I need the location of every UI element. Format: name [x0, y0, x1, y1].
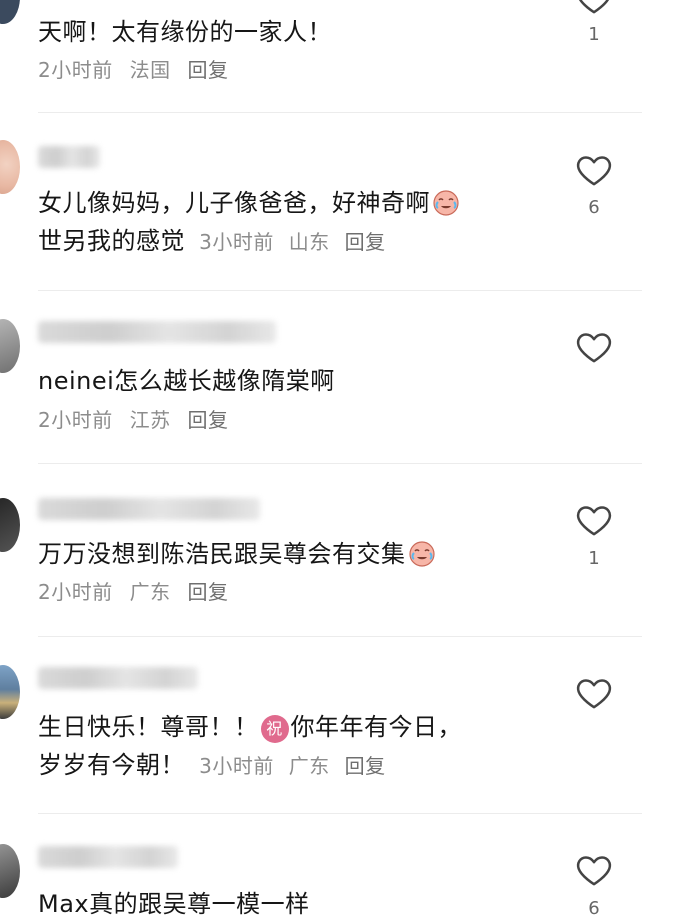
- comment-text: 万万没想到陈浩民跟吴尊会有交集: [38, 536, 436, 572]
- comment-item: 万万没想到陈浩民跟吴尊会有交集 2小时前 广东 回复 1: [0, 464, 691, 636]
- like-count: 6: [588, 197, 600, 218]
- heart-outline-icon: [578, 0, 610, 14]
- heart-outline-icon: [576, 856, 612, 886]
- like-count: 6: [588, 898, 600, 919]
- comment-meta: 2小时前 法国 回复: [38, 54, 238, 83]
- comment-location: 广东: [129, 580, 171, 604]
- crying-laughing-emoji-icon: [408, 541, 435, 567]
- like-button[interactable]: [574, 150, 614, 190]
- comment-text-line2: 岁岁有今朝！: [38, 751, 185, 779]
- comment-meta: 2小时前 广东 回复: [38, 576, 238, 605]
- heart-outline-icon: [576, 156, 612, 186]
- comment-text-line1: 女儿像妈妈，儿子像爸爸，好神奇啊: [38, 189, 430, 217]
- comment-location: 法国: [129, 58, 171, 82]
- comment-item: neinei怎么越长越像隋棠啊 2小时前 江苏 回复: [0, 291, 691, 463]
- heart-outline-icon: [576, 333, 612, 363]
- like-button[interactable]: [574, 327, 614, 367]
- comment-text: 生日快乐！尊哥！！祝你年年有今日，: [38, 709, 462, 745]
- comment-text-part1: 生日快乐！尊哥！！: [38, 713, 259, 741]
- like-button[interactable]: [574, 850, 614, 890]
- reply-button[interactable]: 回复: [187, 580, 228, 604]
- comment-text-row2: 世另我的感觉 3小时前 山东 回复: [38, 223, 394, 260]
- like-count: 1: [588, 548, 600, 569]
- comment-text-line2: 世另我的感觉: [38, 227, 185, 255]
- comment-location: 广东: [288, 754, 330, 778]
- comment-text-content: 万万没想到陈浩民跟吴尊会有交集: [38, 540, 406, 568]
- comment-meta: 3小时前 山东 回复: [199, 230, 393, 254]
- avatar[interactable]: [0, 319, 20, 373]
- zhu-badge-icon: 祝: [260, 715, 289, 743]
- heart-outline-icon: [576, 679, 612, 709]
- avatar[interactable]: [0, 665, 20, 719]
- comment-time: 2小时前: [38, 58, 113, 82]
- comment-time: 3小时前: [199, 754, 274, 778]
- username-blurred: [38, 498, 260, 520]
- reply-button[interactable]: 回复: [187, 408, 228, 432]
- username-blurred: [38, 667, 198, 689]
- heart-outline-icon: [576, 506, 612, 536]
- comment-time: 3小时前: [199, 230, 274, 254]
- reply-button[interactable]: 回复: [187, 58, 228, 82]
- comment-meta: 2小时前 江苏 回复: [38, 404, 238, 433]
- like-button[interactable]: [574, 500, 614, 540]
- avatar[interactable]: [0, 844, 20, 898]
- username-blurred: [38, 146, 100, 168]
- comment-time: 2小时前: [38, 408, 113, 432]
- avatar[interactable]: [0, 498, 20, 552]
- comment-text: neinei怎么越长越像隋棠啊: [38, 367, 335, 395]
- crying-laughing-emoji-icon: [433, 190, 459, 216]
- reply-button[interactable]: 回复: [345, 230, 386, 254]
- comment-item: Max真的跟吴尊一模一样 6: [0, 814, 691, 922]
- like-button[interactable]: [574, 0, 614, 18]
- avatar[interactable]: [0, 140, 20, 194]
- comment-location: 江苏: [129, 408, 171, 432]
- comment-item: 女儿像妈妈，儿子像爸爸，好神奇啊 世另我的感觉 3小时前 山东 回复 6: [0, 113, 691, 289]
- username-blurred: [38, 321, 276, 343]
- like-count: 1: [588, 24, 600, 45]
- comment-location: 山东: [288, 230, 330, 254]
- comment-text: 天啊！太有缘份的一家人！: [38, 18, 332, 46]
- reply-button[interactable]: 回复: [345, 754, 386, 778]
- comment-item: 生日快乐！尊哥！！祝你年年有今日， 岁岁有今朝！ 3小时前 广东 回复: [0, 637, 691, 813]
- comment-meta: 3小时前 广东 回复: [199, 754, 393, 778]
- username-blurred: [38, 846, 178, 868]
- comment-text: Max真的跟吴尊一模一样: [38, 890, 310, 918]
- avatar[interactable]: [0, 0, 20, 24]
- comment-text-part2: 你年年有今日，: [290, 713, 462, 741]
- comment-item: 天啊！太有缘份的一家人！ 2小时前 法国 回复 1: [0, 0, 691, 112]
- comment-text: 女儿像妈妈，儿子像爸爸，好神奇啊: [38, 185, 460, 221]
- comment-text-row2: 岁岁有今朝！ 3小时前 广东 回复: [38, 747, 394, 784]
- like-button[interactable]: [574, 673, 614, 713]
- comment-time: 2小时前: [38, 580, 113, 604]
